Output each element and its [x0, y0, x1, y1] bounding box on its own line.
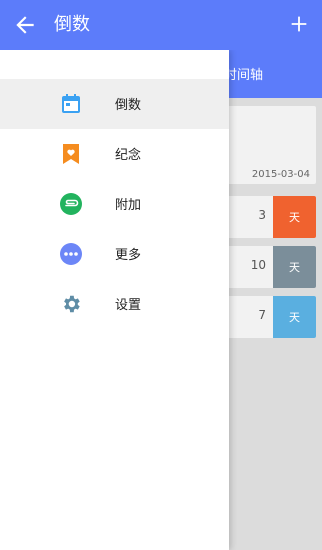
tab-timeline[interactable]: 时间轴: [224, 64, 263, 83]
page-title: 倒数: [54, 14, 90, 35]
countdown-unit-badge: 天: [273, 296, 316, 338]
countdown-row[interactable]: 7 天: [224, 296, 316, 338]
more-dots-icon: [59, 242, 83, 266]
drawer-item-label: 设置: [115, 298, 142, 313]
countdown-row[interactable]: 10 天: [224, 246, 316, 288]
arrow-left-icon[interactable]: [12, 12, 38, 38]
drawer-item-anniversary[interactable]: 纪念: [0, 129, 229, 179]
countdown-unit-badge: 天: [273, 246, 316, 288]
event-card[interactable]: 2015-03-04: [224, 106, 316, 184]
drawer-item-attachment[interactable]: 附加: [0, 179, 229, 229]
countdown-number: 7: [258, 308, 266, 322]
event-date: 2015-03-04: [251, 169, 310, 180]
paperclip-icon: [59, 192, 83, 216]
drawer-item-more[interactable]: 更多: [0, 229, 229, 279]
drawer-item-label: 纪念: [115, 148, 142, 163]
drawer-item-label: 附加: [115, 198, 142, 213]
countdown-unit-badge: 天: [273, 196, 316, 238]
bookmark-heart-icon: [59, 142, 83, 166]
drawer-item-settings[interactable]: 设置: [0, 279, 229, 329]
drawer-item-countdown[interactable]: 倒数: [0, 79, 229, 129]
navigation-drawer: 倒数 纪念 附加 更多 设置: [0, 50, 229, 550]
drawer-item-label: 倒数: [115, 98, 142, 113]
plus-icon[interactable]: [288, 12, 310, 36]
calendar-icon: [59, 92, 83, 116]
countdown-row[interactable]: 3 天: [224, 196, 316, 238]
countdown-number: 3: [258, 208, 266, 222]
app-bar: 倒数: [0, 0, 322, 50]
countdown-number: 10: [250, 258, 266, 272]
gear-icon: [59, 292, 83, 316]
drawer-item-label: 更多: [115, 248, 142, 263]
